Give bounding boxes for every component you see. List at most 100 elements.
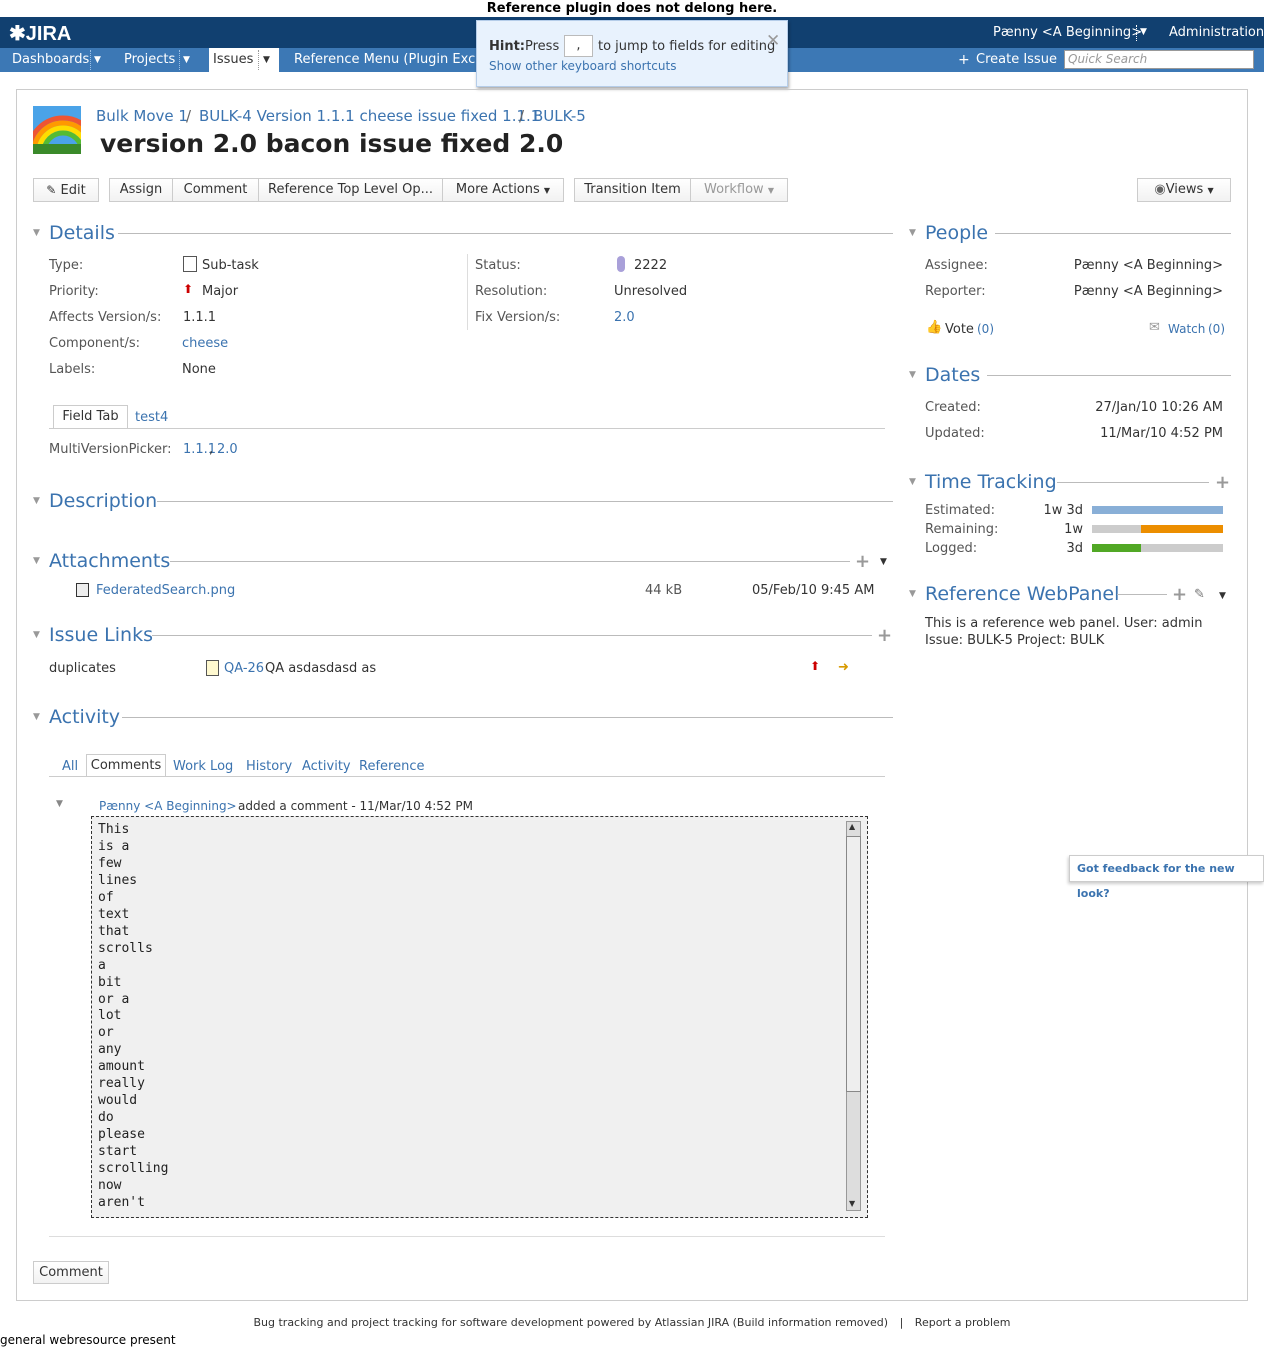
fix-version-link[interactable]: 2.0 xyxy=(614,310,635,325)
multiversionpicker-label: MultiVersionPicker: xyxy=(49,442,172,457)
issues-dropdown-icon[interactable]: ▼ xyxy=(263,48,270,72)
projects-dropdown-icon[interactable]: ▼ xyxy=(183,48,190,72)
transition-item-button[interactable]: Transition Item xyxy=(574,178,691,202)
workflow-button[interactable]: Workflow ▼ xyxy=(690,178,788,202)
tab-field-tab[interactable]: Field Tab xyxy=(53,405,128,429)
affects-version-value: 1.1.1 xyxy=(183,310,217,325)
jira-logo[interactable]: ✱JIRA xyxy=(9,21,71,47)
linked-issue-summary: QA asdasdasd as xyxy=(265,661,377,676)
twixi-icon[interactable]: ▼ xyxy=(909,589,916,599)
breadcrumb-issue-key[interactable]: BULK-5 xyxy=(533,107,586,125)
scroll-up-icon[interactable]: ▲ xyxy=(849,822,855,831)
attachment-link[interactable]: FederatedSearch.png xyxy=(96,583,235,598)
priority-major-icon: ⬆ xyxy=(810,659,821,673)
divider xyxy=(170,561,850,562)
add-link-icon[interactable]: + xyxy=(877,625,892,646)
nav-issues[interactable]: Issues xyxy=(213,48,253,72)
close-icon[interactable]: ✕ xyxy=(766,31,780,51)
more-actions-button[interactable]: More Actions ▼ xyxy=(442,178,564,202)
create-issue-link[interactable]: Create Issue xyxy=(976,48,1057,72)
twixi-icon[interactable]: ▼ xyxy=(33,228,40,238)
dates-heading[interactable]: Dates xyxy=(925,364,980,386)
views-button[interactable]: ◉Views ▼ xyxy=(1137,178,1231,202)
labels-label: Labels: xyxy=(49,362,96,377)
comment-author-link[interactable]: Pænny <A Beginning> xyxy=(99,799,237,813)
dashboards-dropdown-icon[interactable]: ▼ xyxy=(94,48,101,72)
panel-options-icon[interactable]: ▼ xyxy=(1219,591,1226,601)
web-panel-heading[interactable]: Reference WebPanel xyxy=(925,583,1119,605)
people-heading[interactable]: People xyxy=(925,222,988,244)
add-comment-button[interactable]: Comment xyxy=(33,1261,109,1284)
nav-projects[interactable]: Projects xyxy=(124,48,175,72)
comment-text: This is a few lines of text that scrolls… xyxy=(98,822,169,1210)
issue-links-heading[interactable]: Issue Links xyxy=(49,624,153,646)
vote-count-link[interactable]: (0) xyxy=(977,322,994,336)
views-label: Views xyxy=(1165,182,1204,197)
scrollbar-thumb[interactable] xyxy=(846,836,861,1092)
comment-body[interactable]: This is a few lines of text that scrolls… xyxy=(91,816,868,1218)
divider xyxy=(49,1236,885,1237)
footer: Bug tracking and project tracking for so… xyxy=(0,1316,1264,1329)
nav-reference-menu[interactable]: Reference Menu (Plugin Excha xyxy=(294,48,491,72)
assignee-value[interactable]: Pænny <A Beginning> xyxy=(1074,258,1223,273)
breadcrumb-project[interactable]: Bulk Move 1 xyxy=(96,107,188,125)
tab-reference[interactable]: Reference xyxy=(359,759,424,774)
tab-work-log[interactable]: Work Log xyxy=(173,759,233,774)
report-problem-link[interactable]: Report a problem xyxy=(915,1316,1011,1329)
feedback-tab[interactable]: Got feedback for the new look? xyxy=(1069,855,1264,900)
quick-search-input[interactable]: Quick Search xyxy=(1064,50,1254,69)
estimated-label: Estimated: xyxy=(925,503,996,518)
nav-dashboards[interactable]: Dashboards xyxy=(12,48,89,72)
remaining-label: Remaining: xyxy=(925,522,999,537)
tab-comments[interactable]: Comments xyxy=(86,754,166,777)
twixi-icon[interactable]: ▼ xyxy=(33,556,40,566)
time-tracking-heading[interactable]: Time Tracking xyxy=(925,471,1057,493)
add-attachment-icon[interactable]: + xyxy=(855,551,870,572)
mvp-version-link[interactable]: 2.0 xyxy=(217,442,238,457)
assignee-label: Assignee: xyxy=(925,258,988,273)
activity-heading[interactable]: Activity xyxy=(49,706,120,728)
tab-activity[interactable]: Activity xyxy=(302,759,351,774)
user-dropdown-icon[interactable]: ▼ xyxy=(1140,24,1147,41)
watch-count-link[interactable]: (0) xyxy=(1208,322,1225,336)
comment-button[interactable]: Comment xyxy=(172,178,259,202)
linked-issue-key[interactable]: QA-26 xyxy=(224,661,264,676)
breadcrumb-separator: / xyxy=(186,107,192,125)
affects-version-label: Affects Version/s: xyxy=(49,310,162,325)
divider xyxy=(995,233,1231,234)
twixi-icon[interactable]: ▼ xyxy=(33,630,40,640)
breadcrumb-parent-issue[interactable]: BULK-4 Version 1.1.1 cheese issue fixed … xyxy=(199,107,540,125)
tab-history[interactable]: History xyxy=(246,759,292,774)
administration-link[interactable]: Administration xyxy=(1169,24,1264,41)
status-icon xyxy=(617,256,625,272)
twixi-icon[interactable]: ▼ xyxy=(909,477,916,487)
tab-all[interactable]: All xyxy=(62,759,78,774)
keyboard-shortcuts-link[interactable]: Show other keyboard shortcuts xyxy=(489,59,676,73)
add-icon[interactable]: + xyxy=(1172,584,1187,605)
hint-text: to jump to fields for editing xyxy=(598,39,776,54)
hint-press-text: Press xyxy=(525,39,560,54)
collapse-comment-icon[interactable]: ▼ xyxy=(56,799,63,809)
reference-top-level-op-button[interactable]: Reference Top Level Op... xyxy=(258,178,443,202)
log-work-icon[interactable]: + xyxy=(1215,472,1230,493)
twixi-icon[interactable]: ▼ xyxy=(33,496,40,506)
details-heading[interactable]: Details xyxy=(49,222,115,244)
attachment-options-icon[interactable]: ▼ xyxy=(880,557,887,567)
description-heading[interactable]: Description xyxy=(49,490,157,512)
pencil-icon[interactable]: ✎ xyxy=(1194,587,1205,602)
edit-button[interactable]: ✎ Edit xyxy=(33,178,99,202)
chevron-down-icon: ▼ xyxy=(1207,186,1214,195)
scroll-down-icon[interactable]: ▼ xyxy=(849,1199,855,1208)
assign-button[interactable]: Assign xyxy=(109,178,173,202)
user-menu[interactable]: Pænny <A Beginning> xyxy=(993,24,1142,41)
watch-link[interactable]: Watch xyxy=(1168,322,1205,336)
twixi-icon[interactable]: ▼ xyxy=(909,370,916,380)
tab-test4[interactable]: test4 xyxy=(135,410,168,425)
reporter-value[interactable]: Pænny <A Beginning> xyxy=(1074,284,1223,299)
issue-summary[interactable]: version 2.0 bacon issue fixed 2.0 xyxy=(100,129,563,159)
twixi-icon[interactable]: ▼ xyxy=(33,712,40,722)
attachments-heading[interactable]: Attachments xyxy=(49,550,170,572)
component-link[interactable]: cheese xyxy=(182,336,228,351)
twixi-icon[interactable]: ▼ xyxy=(909,228,916,238)
status-line: general webresource present xyxy=(0,1333,176,1347)
